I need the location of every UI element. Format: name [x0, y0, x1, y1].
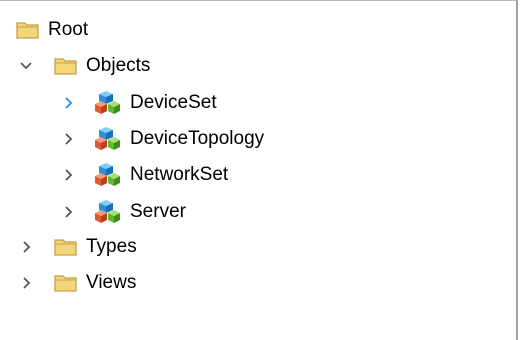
folder-icon [54, 239, 77, 256]
folder-icon [16, 22, 39, 39]
object-cubes-icon [95, 127, 120, 150]
chevron-down-icon[interactable] [20, 59, 32, 73]
tree-node-types[interactable]: Types [20, 230, 137, 264]
tree-node-server[interactable]: Server [62, 195, 186, 229]
chevron-right-icon[interactable] [62, 168, 74, 182]
chevron-right-icon[interactable] [62, 96, 74, 110]
tree-node-label: Views [86, 272, 137, 293]
object-cubes-icon [95, 200, 120, 223]
tree-node-root[interactable]: Root [16, 13, 88, 47]
tree-node-label: Root [48, 19, 89, 40]
tree-node-deviceset[interactable]: DeviceSet [62, 86, 217, 120]
tree-node-label: Types [86, 236, 137, 257]
tree-node-networkset[interactable]: NetworkSet [62, 158, 228, 192]
tree-node-label: DeviceTopology [130, 128, 265, 149]
chevron-right-icon[interactable] [20, 240, 32, 254]
object-cubes-icon [95, 91, 120, 114]
folder-icon [54, 58, 77, 75]
tree-node-label: NetworkSet [130, 164, 229, 185]
tree-node-label: Objects [86, 55, 151, 76]
tree-node-views[interactable]: Views [20, 266, 136, 300]
tree-node-label: Server [130, 201, 186, 222]
tree-node-devicetopology[interactable]: DeviceTopology [62, 122, 264, 156]
object-cubes-icon [95, 163, 120, 186]
chevron-right-icon[interactable] [20, 276, 32, 290]
tree-node-label: DeviceSet [130, 92, 217, 113]
address-space-tree: Root Objects DeviceSet DeviceTopology Ne… [0, 0, 518, 340]
chevron-right-icon[interactable] [62, 205, 74, 219]
chevron-right-icon[interactable] [62, 132, 74, 146]
tree-node-objects[interactable]: Objects [20, 49, 150, 83]
folder-icon [54, 275, 77, 292]
